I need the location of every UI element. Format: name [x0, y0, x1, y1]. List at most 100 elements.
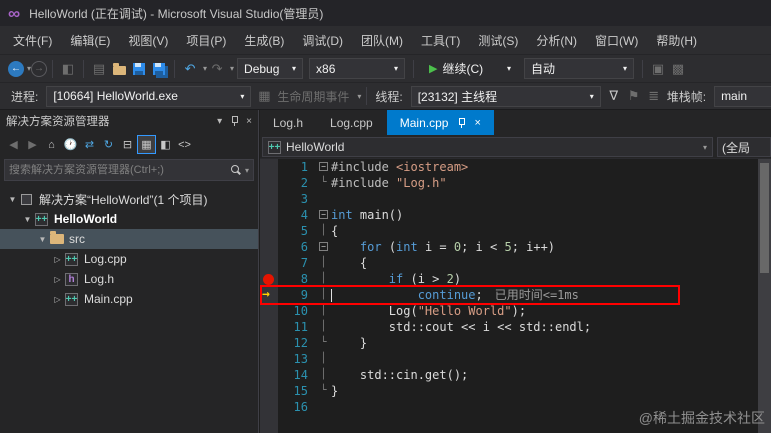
filter-funnel-icon[interactable]: ∇ [604, 85, 624, 107]
auto-combo[interactable]: 自动 ▾ [524, 58, 635, 79]
sync-with-active-document-icon[interactable]: ⇄ [80, 135, 99, 154]
close-icon[interactable]: × [246, 116, 252, 127]
home-icon[interactable]: ⌂ [42, 135, 61, 154]
code-line-9[interactable]: → 9 │ continue; 已用时间<=1ms [260, 287, 771, 303]
new-file-icon[interactable]: ▤ [89, 58, 109, 80]
scrollbar-thumb[interactable] [760, 163, 769, 273]
redo-icon[interactable]: ↷ [207, 58, 227, 80]
collapse-all-icon[interactable]: ⊟ [118, 135, 137, 154]
menu-item[interactable]: 团队(M) [352, 27, 412, 54]
code-line-1[interactable]: 1− #include <iostream> [260, 159, 771, 175]
glyph-margin-cell[interactable] [260, 383, 278, 399]
menu-item[interactable]: 帮助(H) [647, 27, 706, 54]
glyph-margin-cell[interactable] [260, 271, 278, 287]
code-line-2[interactable]: 2 └ #include "Log.h" [260, 175, 771, 191]
navigate-back-icon[interactable]: ← [8, 60, 24, 77]
close-tab-icon[interactable]: × [474, 117, 480, 129]
code-text[interactable]: { [331, 255, 771, 271]
glyph-margin-cell[interactable] [260, 191, 278, 207]
glyph-margin-cell[interactable] [260, 351, 278, 367]
code-text[interactable]: for (int i = 0; i < 5; i++) [331, 239, 771, 255]
tree-item-log-h[interactable]: ▷ h Log.h [0, 269, 258, 289]
fold-marker-icon[interactable]: − [316, 207, 331, 223]
glyph-margin-cell[interactable] [260, 223, 278, 239]
continue-button[interactable]: ▶ 继续(C) ▾ [422, 58, 518, 79]
stack-frame-combo[interactable]: main [714, 85, 771, 107]
tree-item-src[interactable]: ▼ src [0, 229, 258, 249]
show-threads-icon[interactable]: ≣ [644, 85, 664, 107]
view-code-icon[interactable]: <> [175, 135, 194, 154]
code-editor[interactable]: 1− #include <iostream> 2 └ #include "Log.h" 3… [260, 159, 771, 433]
expander-collapsed-icon[interactable]: ▷ [51, 255, 64, 264]
code-text[interactable]: int main() [331, 207, 771, 223]
glyph-margin-cell[interactable] [260, 159, 278, 175]
code-line-14[interactable]: 14 │ std::cin.get(); [260, 367, 771, 383]
tree-item-helloworld[interactable]: ▼ ++ HelloWorld [0, 209, 258, 229]
open-file-icon[interactable] [109, 58, 129, 80]
code-line-6[interactable]: 6− for (int i = 0; i < 5; i++) [260, 239, 771, 255]
window-position-chevron-icon[interactable]: ▾ [217, 116, 222, 127]
tree-item--helloworld-1-[interactable]: ▼ 解决方案“HelloWorld”(1 个项目) [0, 189, 258, 209]
code-text[interactable]: std::cout << i << std::endl; [331, 319, 771, 335]
perf-tip[interactable]: 已用时间<=1ms [495, 288, 579, 302]
code-line-5[interactable]: 5 │ { [260, 223, 771, 239]
glyph-margin-cell[interactable]: → [260, 287, 278, 303]
process-combo[interactable]: [10664] HelloWorld.exe ▾ [46, 85, 252, 107]
fold-marker-icon[interactable]: − [316, 239, 331, 255]
breakpoint-icon[interactable] [263, 273, 274, 285]
tab-main-cpp[interactable]: Main.cpp × [386, 110, 494, 135]
misc-tool2-icon[interactable]: ▩ [668, 58, 688, 80]
flag-threads-icon[interactable]: ⚑ [624, 85, 644, 107]
code-text[interactable]: if (i > 2) [331, 271, 771, 287]
expander-collapsed-icon[interactable]: ▷ [51, 295, 64, 304]
search-icon[interactable] [230, 164, 242, 176]
code-line-3[interactable]: 3 [260, 191, 771, 207]
code-line-4[interactable]: 4− int main() [260, 207, 771, 223]
thread-combo[interactable]: [23132] 主线程 ▾ [410, 85, 601, 107]
se-back-icon[interactable]: ◀ [4, 135, 23, 154]
code-text[interactable]: { [331, 223, 771, 239]
menu-item[interactable]: 生成(B) [235, 27, 293, 54]
menu-item[interactable]: 编辑(E) [61, 27, 119, 54]
code-line-8[interactable]: 8 │ if (i > 2) [260, 271, 771, 287]
window-layout-icon[interactable]: ◧ [58, 58, 78, 80]
glyph-margin-cell[interactable] [260, 175, 278, 191]
glyph-margin-cell[interactable] [260, 207, 278, 223]
tab-log-h[interactable]: Log.h [260, 110, 316, 135]
tree-item-log-cpp[interactable]: ▷ ++ Log.cpp [0, 249, 258, 269]
glyph-margin-cell[interactable] [260, 319, 278, 335]
search-input[interactable] [9, 164, 231, 176]
show-all-files-icon[interactable]: ▦ [137, 135, 156, 154]
glyph-margin-cell[interactable] [260, 335, 278, 351]
search-options-chevron-icon[interactable]: ▾ [245, 166, 249, 175]
code-text[interactable]: continue; 已用时间<=1ms [331, 287, 771, 303]
misc-tool-icon[interactable]: ▣ [648, 58, 668, 80]
glyph-margin-cell[interactable] [260, 367, 278, 383]
redo-chevron-icon[interactable]: ▾ [230, 64, 234, 73]
expander-expanded-icon[interactable]: ▼ [36, 235, 49, 244]
se-forward-icon[interactable]: ▶ [23, 135, 42, 154]
menu-item[interactable]: 项目(P) [177, 27, 235, 54]
code-text[interactable]: #include <iostream> [331, 159, 771, 175]
save-icon[interactable] [129, 58, 149, 80]
code-line-12[interactable]: 12 └ } [260, 335, 771, 351]
expander-collapsed-icon[interactable]: ▷ [51, 275, 64, 284]
code-line-13[interactable]: 13 │ [260, 351, 771, 367]
glyph-margin-cell[interactable] [260, 255, 278, 271]
tab-log-cpp[interactable]: Log.cpp [317, 110, 386, 135]
code-text[interactable]: Log("Hello World"); [331, 303, 771, 319]
menu-item[interactable]: 分析(N) [527, 27, 586, 54]
menu-item[interactable]: 窗口(W) [586, 27, 647, 54]
scope-combo[interactable]: ++ HelloWorld ▾ [262, 137, 713, 157]
glyph-margin-cell[interactable] [260, 303, 278, 319]
code-line-10[interactable]: 10 │ Log("Hello World"); [260, 303, 771, 319]
undo-icon[interactable]: ↶ [180, 58, 200, 80]
menu-item[interactable]: 测试(S) [469, 27, 527, 54]
save-all-icon[interactable] [149, 58, 169, 80]
code-line-15[interactable]: 15 └} [260, 383, 771, 399]
menu-item[interactable]: 视图(V) [119, 27, 177, 54]
glyph-margin-cell[interactable] [260, 239, 278, 255]
code-text[interactable]: } [331, 383, 771, 399]
code-text[interactable]: std::cin.get(); [331, 367, 771, 383]
refresh-icon[interactable]: ↻ [99, 135, 118, 154]
